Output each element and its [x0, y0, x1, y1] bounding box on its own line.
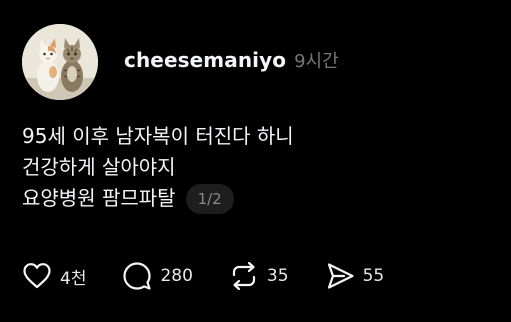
repost-count: 35 — [266, 266, 289, 286]
post-line-3-row: 요양병원 팜므파탈 1/2 — [22, 183, 492, 214]
page-indicator[interactable]: 1/2 — [185, 183, 234, 214]
comment-count: 280 — [160, 266, 193, 286]
share-button[interactable]: 55 — [323, 258, 385, 294]
comment-icon — [120, 259, 154, 293]
share-count: 55 — [362, 266, 385, 286]
post-header: cheesemaniyo 9시간 — [124, 47, 339, 77]
post-time: 9시간 — [294, 51, 339, 72]
avatar[interactable] — [22, 24, 98, 100]
post-line-1: 95세 이후 남자복이 터진다 하니 — [22, 124, 294, 148]
username[interactable]: cheesemaniyo — [124, 48, 286, 72]
post-line-2: 건강하게 살아야지 — [22, 155, 176, 179]
two-cats-avatar-icon — [22, 24, 98, 100]
send-icon — [323, 259, 357, 293]
action-bar: 4천 280 35 55 — [20, 258, 418, 294]
thread-post: cheesemaniyo 9시간 95세 이후 남자복이 터진다 하니 건강하게… — [0, 0, 511, 322]
repost-icon — [227, 259, 261, 293]
heart-icon — [20, 259, 54, 293]
post-body: 95세 이후 남자복이 터진다 하니 건강하게 살아야지 요양병원 팜므파탈 1… — [22, 121, 492, 214]
comment-button[interactable]: 280 — [120, 258, 193, 294]
post-line-3: 요양병원 팜므파탈 — [22, 186, 176, 210]
like-button[interactable]: 4천 — [20, 258, 86, 294]
like-count: 4천 — [60, 268, 87, 289]
repost-button[interactable]: 35 — [227, 258, 289, 294]
